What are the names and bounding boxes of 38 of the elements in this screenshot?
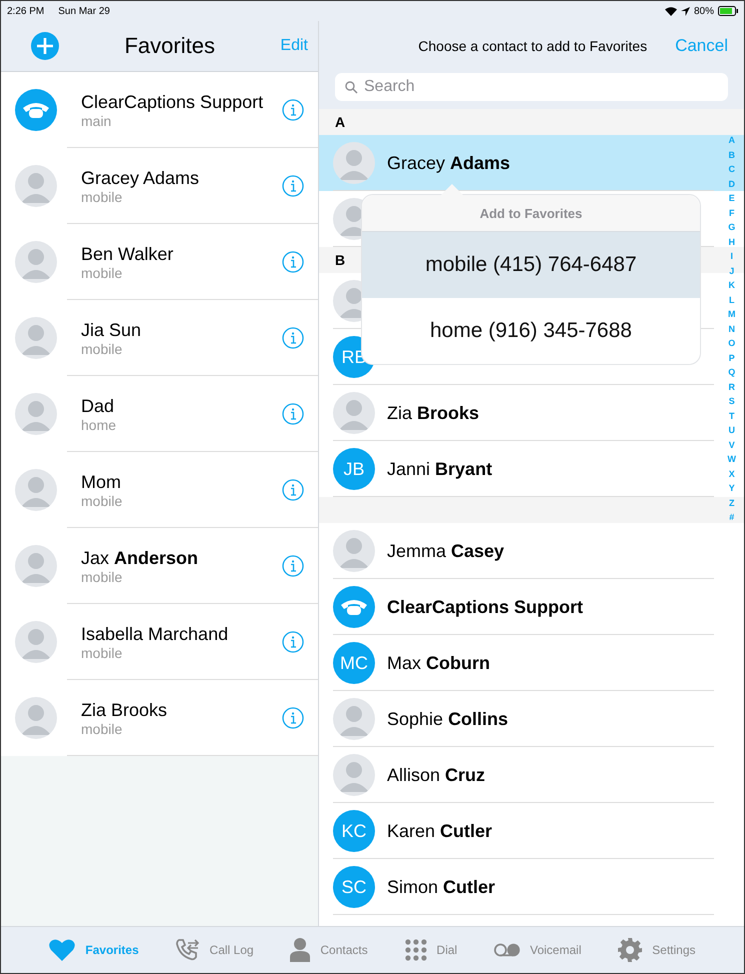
favorite-name: Gracey Adams (81, 168, 200, 188)
avatar-initials: KC (333, 810, 375, 852)
contact-name: Max Coburn (387, 652, 490, 674)
favorite-name: Jia Sun (81, 320, 142, 340)
chooser-prompt: Choose a contact to add to Favorites (418, 38, 648, 54)
favorite-phone-type: mobile (81, 188, 122, 204)
contact-name: Janni Bryant (387, 458, 492, 480)
favorite-phone-type: mobile (81, 720, 122, 736)
avatar-initials: SC (333, 866, 375, 908)
battery-percent: 80% (694, 6, 714, 16)
favorite-phone-type: mobile (81, 492, 122, 508)
favorites-title: Favorites (123, 33, 216, 59)
contact-name: Simon Cutler (387, 876, 496, 898)
contact-name: Jemma Casey (387, 540, 504, 562)
favorite-phone-type: mobile (81, 568, 122, 584)
status-date: Sun Mar 29 (58, 6, 110, 16)
favorite-phone-type: mobile (81, 340, 122, 356)
contact-name: Zia Brooks (387, 402, 480, 424)
status-time: 2:26 PM (7, 6, 44, 16)
favorite-phone-type: main (81, 112, 112, 128)
favorite-name: Zia Brooks (81, 700, 168, 720)
contact-name: Karen Cutler (387, 820, 492, 842)
favorite-name: Dad (81, 396, 114, 416)
favorite-name: Jax Anderson (81, 548, 198, 568)
favorite-name: Mom (81, 472, 121, 492)
contact-name: ClearCaptions Support (387, 596, 584, 618)
favorite-phone-type: home (81, 416, 116, 432)
section-header: A (319, 109, 744, 135)
favorite-phone-type: mobile (81, 644, 122, 660)
avatar-initials: JB (333, 448, 375, 490)
favorite-name: Isabella Marchand (81, 624, 228, 644)
favorite-phone-type: mobile (81, 264, 122, 280)
contact-name: Gracey Adams (387, 152, 510, 174)
favorite-name: Ben Walker (81, 244, 174, 264)
avatar-initials: MC (333, 642, 375, 684)
favorite-name: ClearCaptions Support (81, 92, 264, 112)
contact-name: Sophie Collins (387, 708, 508, 730)
contact-name: Allison Cruz (387, 764, 486, 786)
